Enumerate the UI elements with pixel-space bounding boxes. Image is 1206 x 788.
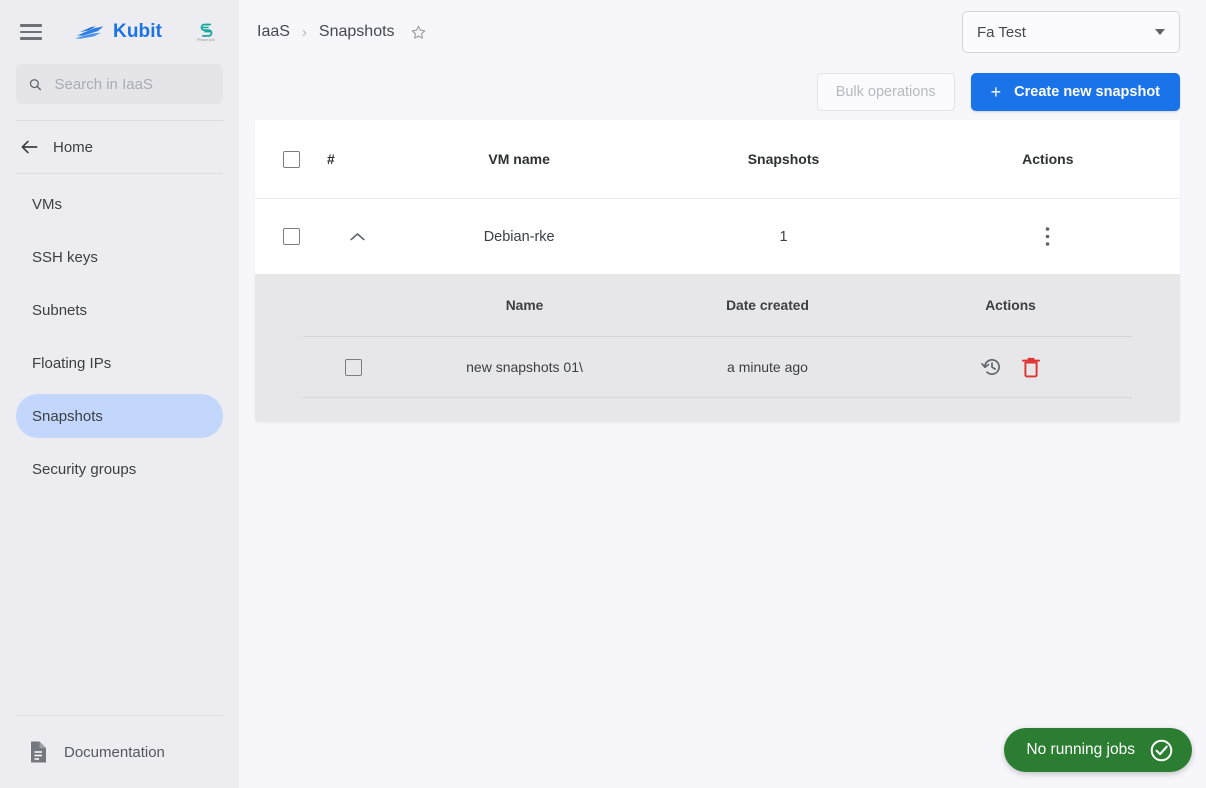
breadcrumb-item-snapshots[interactable]: Snapshots [319, 23, 395, 41]
arrow-left-icon [21, 140, 38, 154]
table-row[interactable]: Debian-rke 1 [255, 198, 1180, 274]
breadcrumb-separator: › [301, 23, 307, 41]
sub-row-checkbox[interactable] [344, 358, 362, 376]
row-checkbox[interactable] [282, 228, 300, 245]
home-label: Home [53, 138, 94, 156]
chevron-up-icon [349, 232, 365, 240]
column-header-vm-name: VM name [488, 151, 550, 167]
expanded-snapshots-panel: Name Date created Actions new snapshots … [255, 274, 1180, 422]
breadcrumb-item-iaas[interactable]: IaaS [257, 23, 290, 41]
partner-logo: Please join [189, 21, 223, 43]
sidebar-item-floating-ips[interactable]: Floating IPs [16, 341, 223, 385]
brand-name: Kubit [113, 21, 163, 42]
app-root: Kubit Please join Search in IaaS Home VM… [0, 0, 1206, 788]
sidebar-nav: VMs SSH keys Subnets Floating IPs Snapsh… [0, 174, 239, 500]
snapshots-table-card: # VM name Snapshots Actions Debian-rke 1 [255, 120, 1180, 422]
hamburger-menu-icon[interactable] [20, 24, 42, 40]
toast-label: No running jobs [1026, 741, 1135, 758]
project-select-value: Fa Test [977, 23, 1026, 41]
status-badge-running-jobs[interactable]: No running jobs [1004, 728, 1192, 772]
bulk-operations-button[interactable]: Bulk operations [816, 73, 955, 111]
restore-history-icon[interactable] [980, 356, 1003, 378]
sidebar-item-ssh-keys[interactable]: SSH keys [16, 235, 223, 279]
sub-column-header-actions: Actions [985, 297, 1036, 313]
sub-column-header-date-created: Date created [726, 297, 809, 313]
document-icon [31, 741, 46, 763]
sidebar-item-documentation[interactable]: Documentation [0, 716, 239, 788]
sidebar-item-subnets[interactable]: Subnets [16, 288, 223, 332]
sidebar-item-snapshots[interactable]: Snapshots [16, 394, 223, 438]
top-bar: IaaS › Snapshots Fa Test [239, 0, 1206, 64]
search-icon [29, 78, 42, 90]
column-header-snapshots: Snapshots [747, 151, 820, 167]
cell-snapshot-date-created: a minute ago [727, 359, 808, 375]
check-circle-icon [1150, 739, 1173, 761]
row-select-cell [255, 228, 327, 245]
sidebar-item-label: Floating IPs [32, 354, 112, 372]
chevron-down-icon [1155, 29, 1165, 35]
documentation-label: Documentation [64, 743, 165, 761]
search-box[interactable] [16, 64, 223, 104]
select-all-checkbox[interactable] [282, 150, 300, 168]
main-content: IaaS › Snapshots Fa Test Bulk operations… [239, 0, 1206, 788]
sub-table-row[interactable]: new snapshots 01\ a minute ago [303, 336, 1132, 398]
expand-row-toggle[interactable] [327, 231, 387, 243]
more-vertical-icon [1046, 227, 1050, 246]
search-input[interactable] [54, 75, 211, 93]
column-header-index: # [327, 151, 335, 167]
wave-boat-icon [75, 26, 104, 39]
plus-icon: + [990, 82, 1002, 102]
partner-sub-text: Please join [197, 37, 215, 43]
partner-s-icon [200, 23, 212, 37]
sub-table-header-row: Name Date created Actions [303, 274, 1132, 336]
sidebar-item-home[interactable]: Home [0, 121, 239, 173]
sub-column-header-name: Name [505, 297, 544, 313]
project-select[interactable]: Fa Test [962, 11, 1180, 53]
sub-row-select-cell [303, 358, 403, 376]
sidebar-item-label: Security groups [32, 460, 137, 478]
select-all-cell [255, 150, 327, 168]
actions-toolbar: Bulk operations + Create new snapshot [239, 64, 1206, 120]
cell-vm-name: Debian-rke [483, 228, 555, 245]
breadcrumb: IaaS › Snapshots [257, 23, 427, 41]
star-outline-icon[interactable] [410, 24, 427, 41]
sidebar-item-label: Snapshots [32, 407, 103, 425]
create-new-snapshot-label: Create new snapshot [1014, 84, 1160, 100]
row-actions-menu-button[interactable] [916, 226, 1180, 247]
trash-delete-icon[interactable] [1021, 356, 1041, 378]
sidebar: Kubit Please join Search in IaaS Home VM… [0, 0, 239, 788]
sidebar-item-security-groups[interactable]: Security groups [16, 447, 223, 491]
sidebar-item-label: SSH keys [32, 248, 98, 266]
column-header-actions: Actions [1022, 151, 1074, 167]
sub-row-actions [889, 356, 1132, 378]
cell-snapshot-name: new snapshots 01\ [466, 359, 583, 375]
sidebar-header: Kubit Please join [0, 0, 239, 64]
table-header-row: # VM name Snapshots Actions [255, 120, 1180, 198]
brand-logo[interactable]: Kubit [74, 21, 162, 43]
sidebar-item-label: VMs [32, 195, 62, 213]
subpanel-bottom-padding [303, 398, 1132, 422]
sidebar-item-vms[interactable]: VMs [16, 182, 223, 226]
cell-snapshots-count: 1 [779, 228, 788, 245]
search-container [0, 64, 239, 104]
sidebar-item-label: Subnets [32, 301, 88, 319]
create-new-snapshot-button[interactable]: + Create new snapshot [970, 73, 1180, 111]
